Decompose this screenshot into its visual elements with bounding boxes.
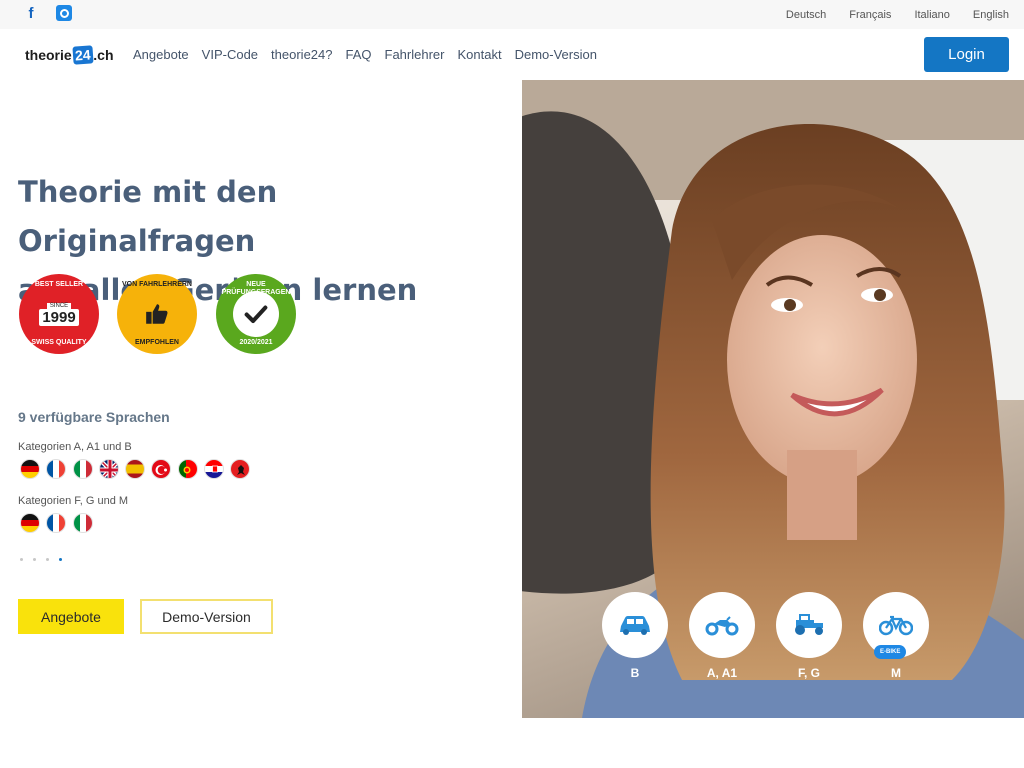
category-b-label: B <box>630 666 640 680</box>
flag-sq-icon <box>230 459 251 479</box>
flag-it-icon <box>72 459 93 479</box>
offers-button[interactable]: Angebote <box>18 599 124 634</box>
flag-de-icon <box>20 459 40 479</box>
car-icon <box>620 616 650 635</box>
slider-dots <box>20 558 72 561</box>
slider-dot-active[interactable] <box>59 558 62 561</box>
languages-title: 9 verfügbare Sprachen <box>18 409 170 425</box>
flag-it-icon <box>72 513 93 533</box>
nav-theorie24[interactable]: theorie24? <box>271 47 332 62</box>
flag-es-icon <box>125 459 146 479</box>
slider-dot[interactable] <box>33 558 36 561</box>
top-bar: f Deutsch Français Italiano English <box>0 0 1024 29</box>
flag-fr-icon <box>46 459 67 479</box>
nav-angebote[interactable]: Angebote <box>133 47 189 62</box>
category-group-label: Kategorien F, G und M <box>18 495 129 507</box>
login-button[interactable]: Login <box>924 37 1009 72</box>
flag-en-icon <box>98 459 119 479</box>
lang-deutsch[interactable]: Deutsch <box>786 9 826 21</box>
thumbs-up-icon <box>146 304 168 324</box>
category-f-g-label: F, G <box>797 666 820 680</box>
site-logo[interactable]: theorie 24 .ch <box>25 43 114 67</box>
flag-tr-icon <box>151 459 172 479</box>
flag-list-fgm <box>20 513 99 533</box>
facebook-icon[interactable]: f <box>23 5 39 22</box>
new-questions-seal: NEUE PRÜFUNGSFRAGEN 2020/2021 <box>216 274 296 354</box>
flag-hr-icon <box>204 459 225 479</box>
tractor-icon <box>795 614 823 635</box>
bicycle-icon <box>879 615 913 636</box>
main-header: theorie 24 .ch Angebote VIP-Code theorie24… <box>0 29 1024 80</box>
category-b-button[interactable] <box>602 592 668 658</box>
lang-francais[interactable]: Français <box>849 9 891 21</box>
slider-dot[interactable] <box>46 558 49 561</box>
bestseller-seal: BEST SELLER SINCE 1999 SWISS QUALITY <box>19 274 99 354</box>
recommended-seal: VON FAHRLEHRERN EMPFOHLEN <box>117 274 197 354</box>
ebike-badge: E-BIKE <box>874 645 907 659</box>
hero-photo: B A, A1 F, G E-BIKE M <box>522 80 1024 718</box>
slider-dot[interactable] <box>20 558 23 561</box>
demo-version-button[interactable]: Demo-Version <box>140 599 273 634</box>
motorcycle-icon <box>705 616 739 636</box>
lang-italiano[interactable]: Italiano <box>914 9 949 21</box>
instagram-icon[interactable] <box>56 5 72 21</box>
language-switcher: Deutsch Français Italiano English <box>763 0 1009 29</box>
flag-list-abc <box>20 459 257 479</box>
category-group-label: Kategorien A, A1 und B <box>18 441 132 453</box>
nav-vip-code[interactable]: VIP-Code <box>202 47 258 62</box>
category-m-label: M <box>891 666 901 680</box>
category-f-g-button[interactable] <box>776 592 842 658</box>
flag-de-icon <box>20 513 40 533</box>
flag-fr-icon <box>46 513 67 533</box>
nav-demo-version[interactable]: Demo-Version <box>515 47 597 62</box>
nav-faq[interactable]: FAQ <box>346 47 372 62</box>
checkmark-icon <box>244 305 268 324</box>
category-a-a1-button[interactable] <box>689 592 755 658</box>
main-nav: Angebote VIP-Code theorie24? FAQ Fahrleh… <box>133 29 610 80</box>
nav-kontakt[interactable]: Kontakt <box>457 47 501 62</box>
lang-english[interactable]: English <box>973 9 1009 21</box>
nav-fahrlehrer[interactable]: Fahrlehrer <box>385 47 445 62</box>
category-a-a1-label: A, A1 <box>706 666 738 680</box>
flag-pt-icon <box>177 459 198 479</box>
hero-photo-illustration <box>522 80 1024 718</box>
